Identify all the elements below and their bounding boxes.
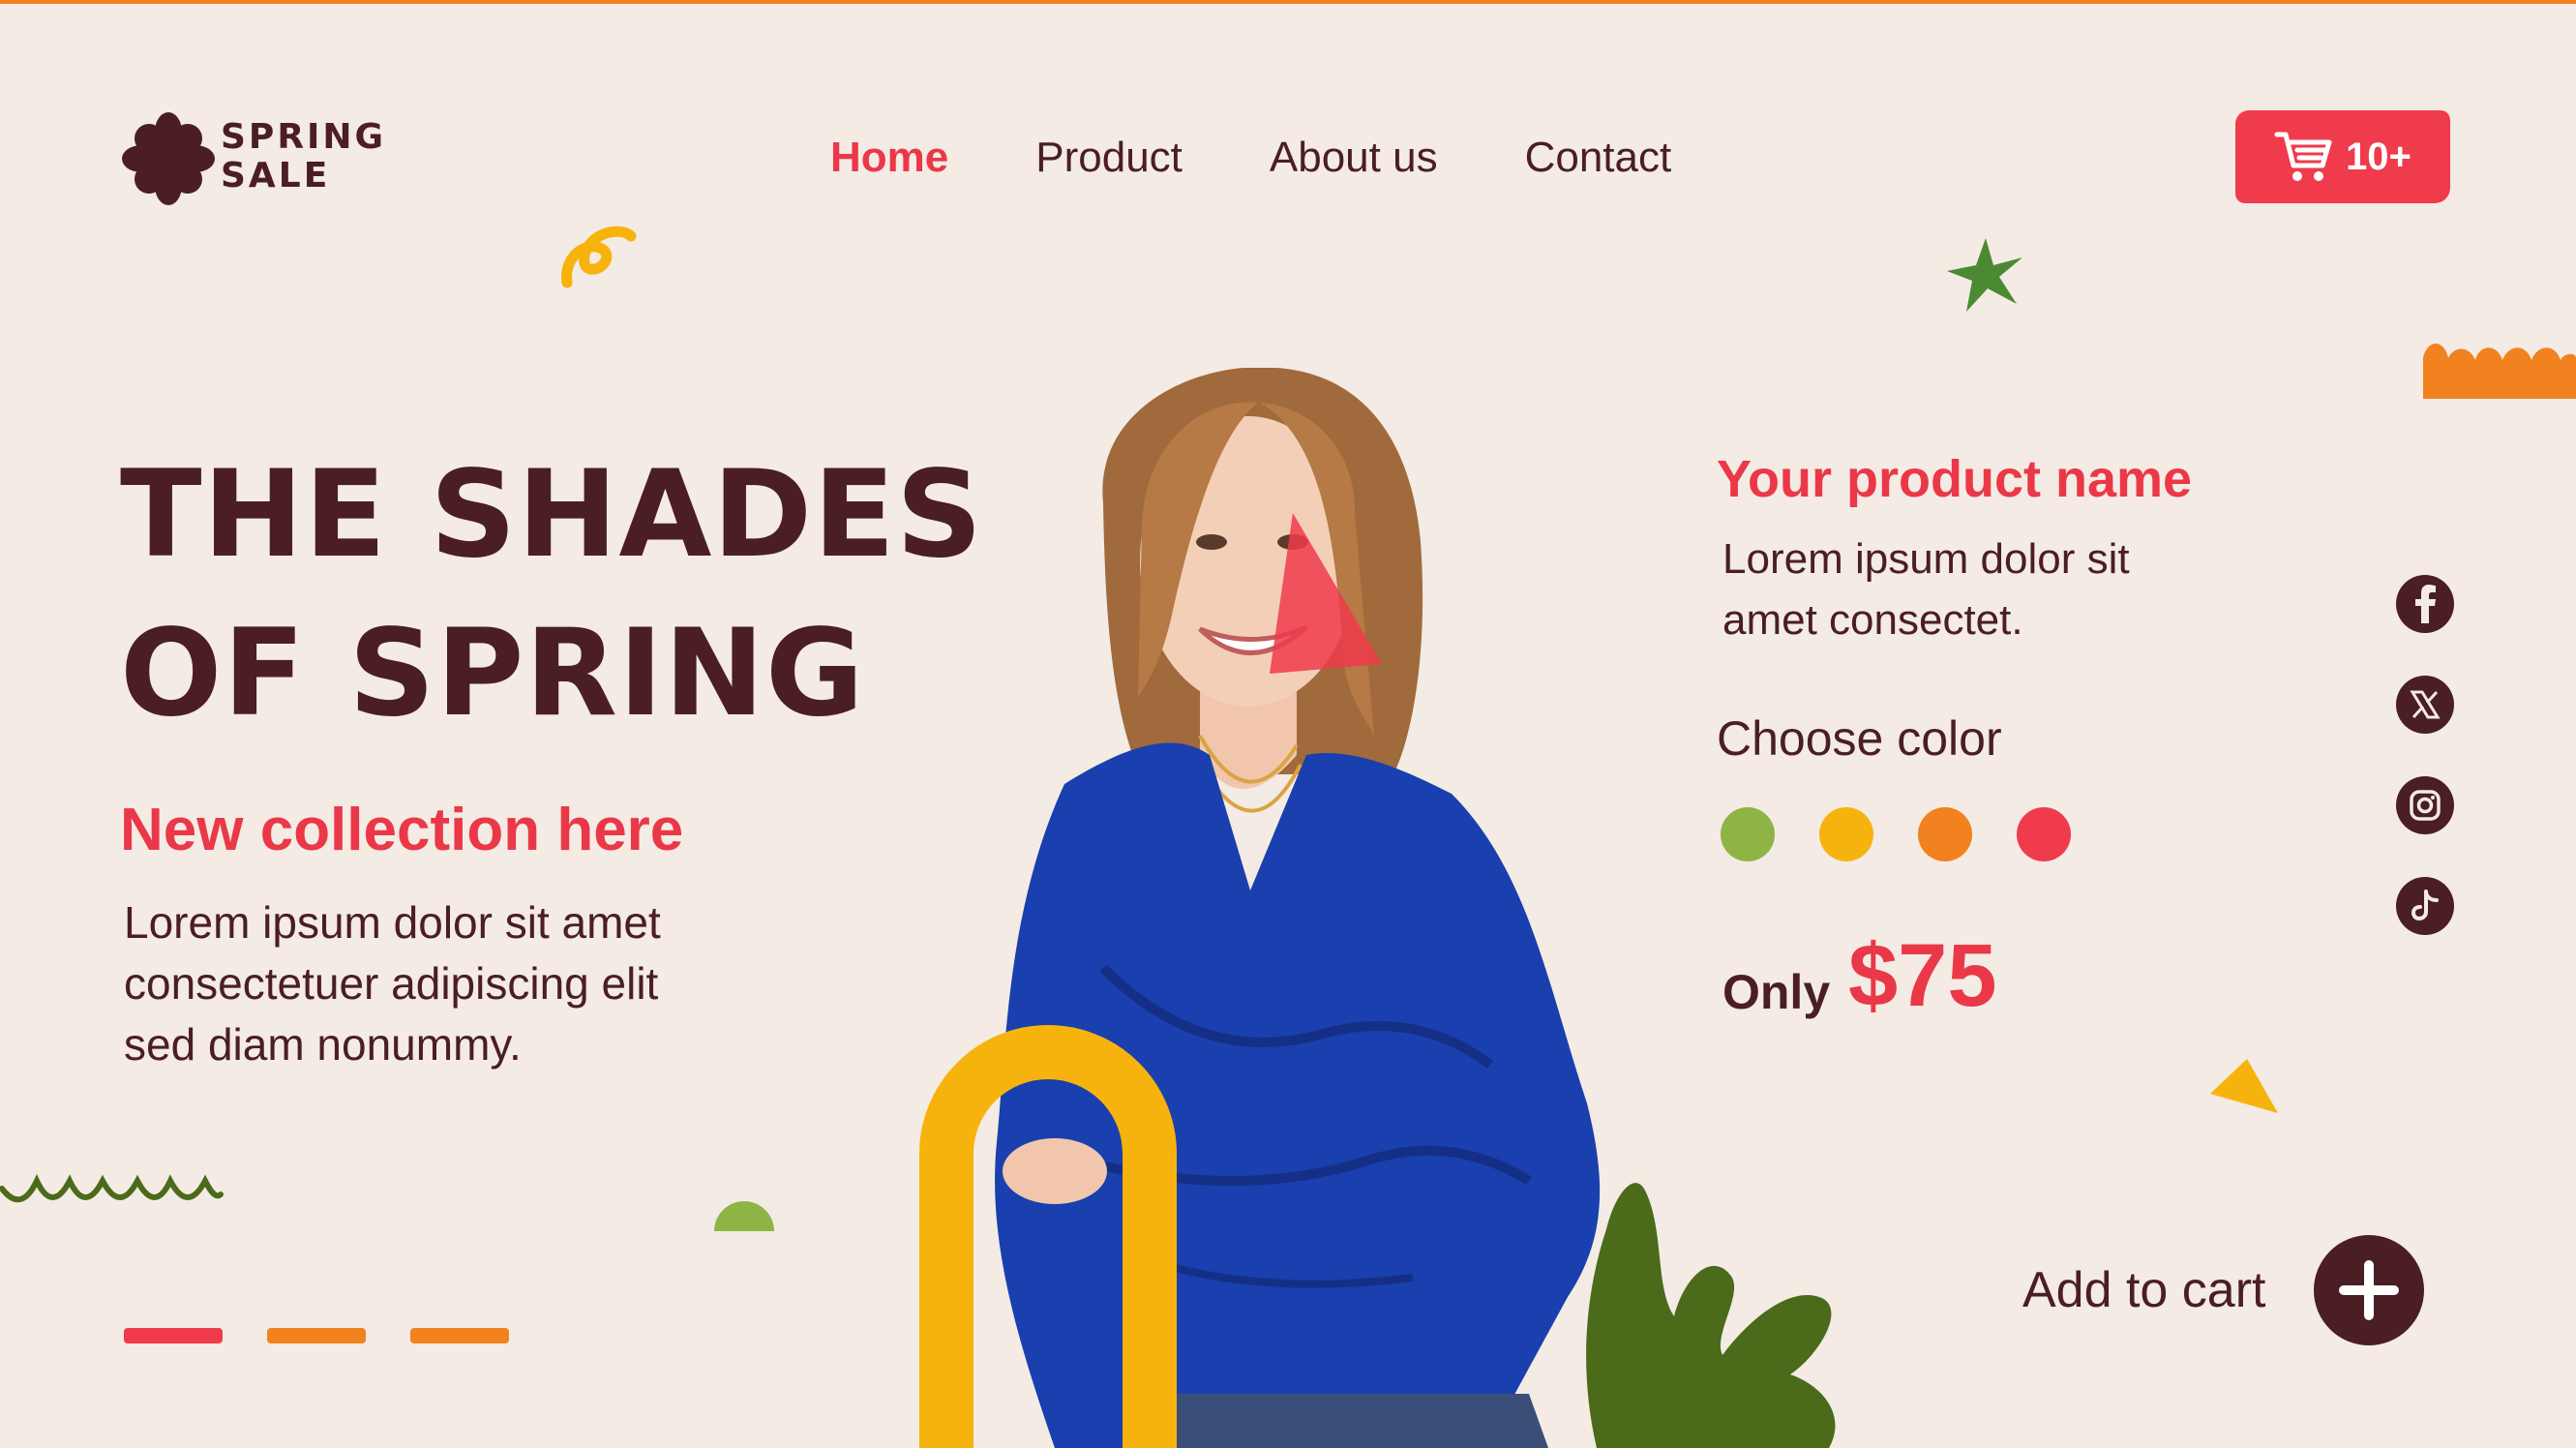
color-swatches <box>1721 807 2071 861</box>
product-name: Your product name <box>1717 450 2193 508</box>
main-nav: Home Product About us Contact <box>830 134 1671 182</box>
instagram-icon[interactable] <box>2396 776 2454 834</box>
top-accent-line <box>0 0 2576 4</box>
hero-title-line-2: OF SPRING <box>120 604 865 743</box>
color-swatch-green[interactable] <box>1721 807 1775 861</box>
product-description: Lorem ipsum dolor sit amet consectet. <box>1722 535 2130 644</box>
yellow-triangle-shape <box>2210 1059 2278 1113</box>
plus-icon[interactable] <box>2314 1235 2425 1345</box>
cart-button[interactable]: 10+ <box>2235 110 2450 203</box>
hero-subtitle: New collection here <box>120 797 684 863</box>
yellow-arch-shape <box>919 1025 1177 1448</box>
flower-logo-icon <box>122 112 215 205</box>
slide-indicators <box>124 1328 509 1343</box>
slide-indicator-3[interactable] <box>410 1328 509 1343</box>
hero-title: THE SHADES OF SPRING <box>120 436 1010 753</box>
yellow-swirl-shape <box>561 226 637 288</box>
nav-item-home[interactable]: Home <box>830 134 948 182</box>
facebook-icon[interactable] <box>2396 575 2454 633</box>
cart-count: 10+ <box>2346 135 2411 178</box>
green-leaf-shape <box>1586 1183 1836 1448</box>
nav-item-product[interactable]: Product <box>1035 134 1183 182</box>
slide-indicator-1[interactable] <box>124 1328 223 1343</box>
hero-title-line-1: THE SHADES <box>120 445 984 585</box>
orange-wave-shape <box>2423 344 2576 399</box>
logo-text: SPRING SALE <box>221 117 387 196</box>
choose-color-label: Choose color <box>1717 711 2002 766</box>
price-label: Only <box>1722 965 1831 1019</box>
social-links <box>2396 575 2454 935</box>
nav-item-about-us[interactable]: About us <box>1270 134 1438 182</box>
color-swatch-yellow[interactable] <box>1819 807 1873 861</box>
green-squiggle-shape <box>0 1173 224 1203</box>
tiktok-icon[interactable] <box>2396 877 2454 935</box>
add-to-cart-label: Add to cart <box>2022 1262 2266 1318</box>
shopping-cart-icon <box>2274 132 2332 181</box>
add-to-cart-button[interactable]: Add to cart <box>2022 1235 2425 1345</box>
slide-indicator-2[interactable] <box>267 1328 366 1343</box>
hero-description: Lorem ipsum dolor sit amet consectetuer … <box>124 897 661 1070</box>
green-half-circle-shape <box>714 1201 774 1231</box>
nav-item-contact[interactable]: Contact <box>1525 134 1672 182</box>
green-star-shape <box>1947 238 2022 312</box>
price-value: $75 <box>1848 926 1997 1025</box>
x-icon[interactable] <box>2396 676 2454 734</box>
color-swatch-red[interactable] <box>2017 807 2071 861</box>
color-swatch-orange[interactable] <box>1918 807 1972 861</box>
logo[interactable]: SPRING SALE <box>120 108 410 205</box>
